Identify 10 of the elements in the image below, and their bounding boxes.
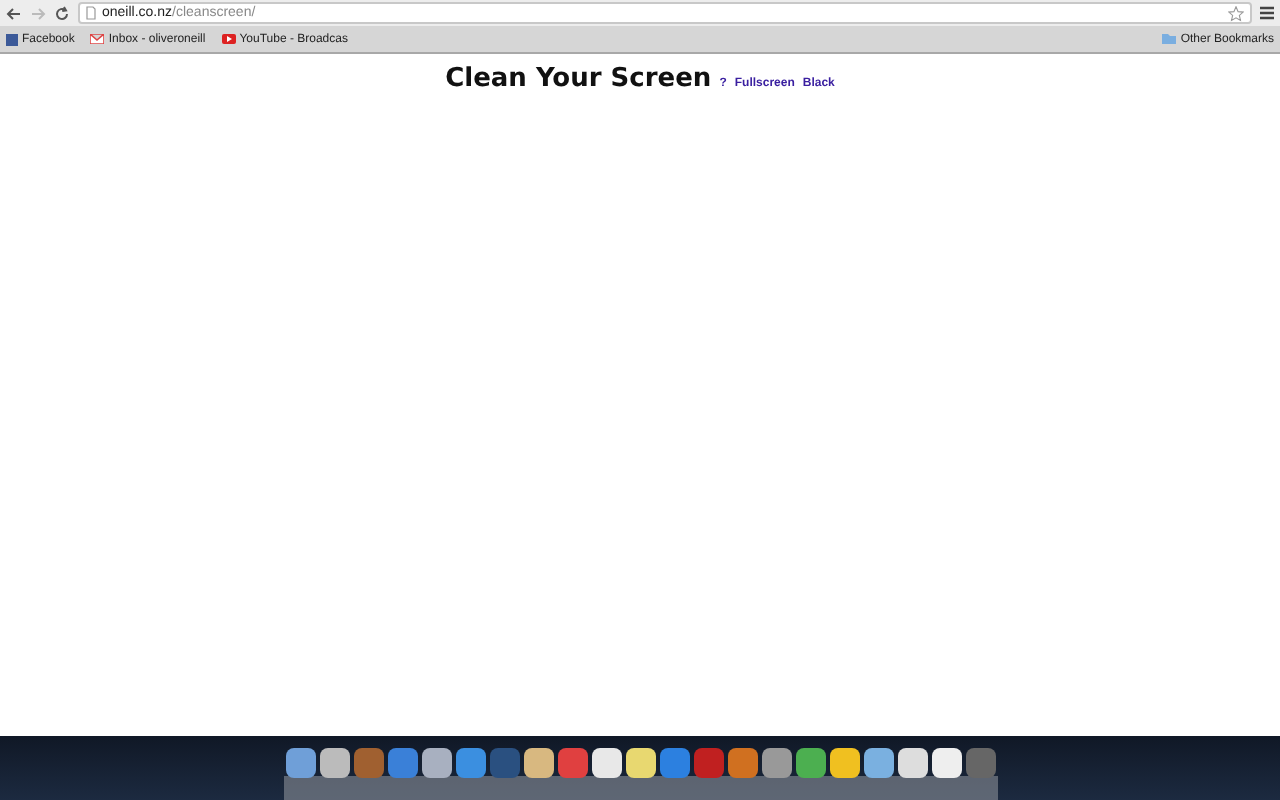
page-title: Clean Your Screen (445, 64, 712, 94)
menu-icon[interactable] (1260, 6, 1274, 20)
envelope-icon (90, 34, 105, 44)
page-icon (86, 6, 96, 20)
play-icon (221, 34, 236, 44)
folder-icon (1162, 34, 1177, 44)
facebook-icon (6, 33, 18, 45)
reload-icon[interactable] (54, 5, 70, 21)
back-icon[interactable] (6, 5, 22, 21)
star-icon[interactable] (1228, 5, 1244, 21)
